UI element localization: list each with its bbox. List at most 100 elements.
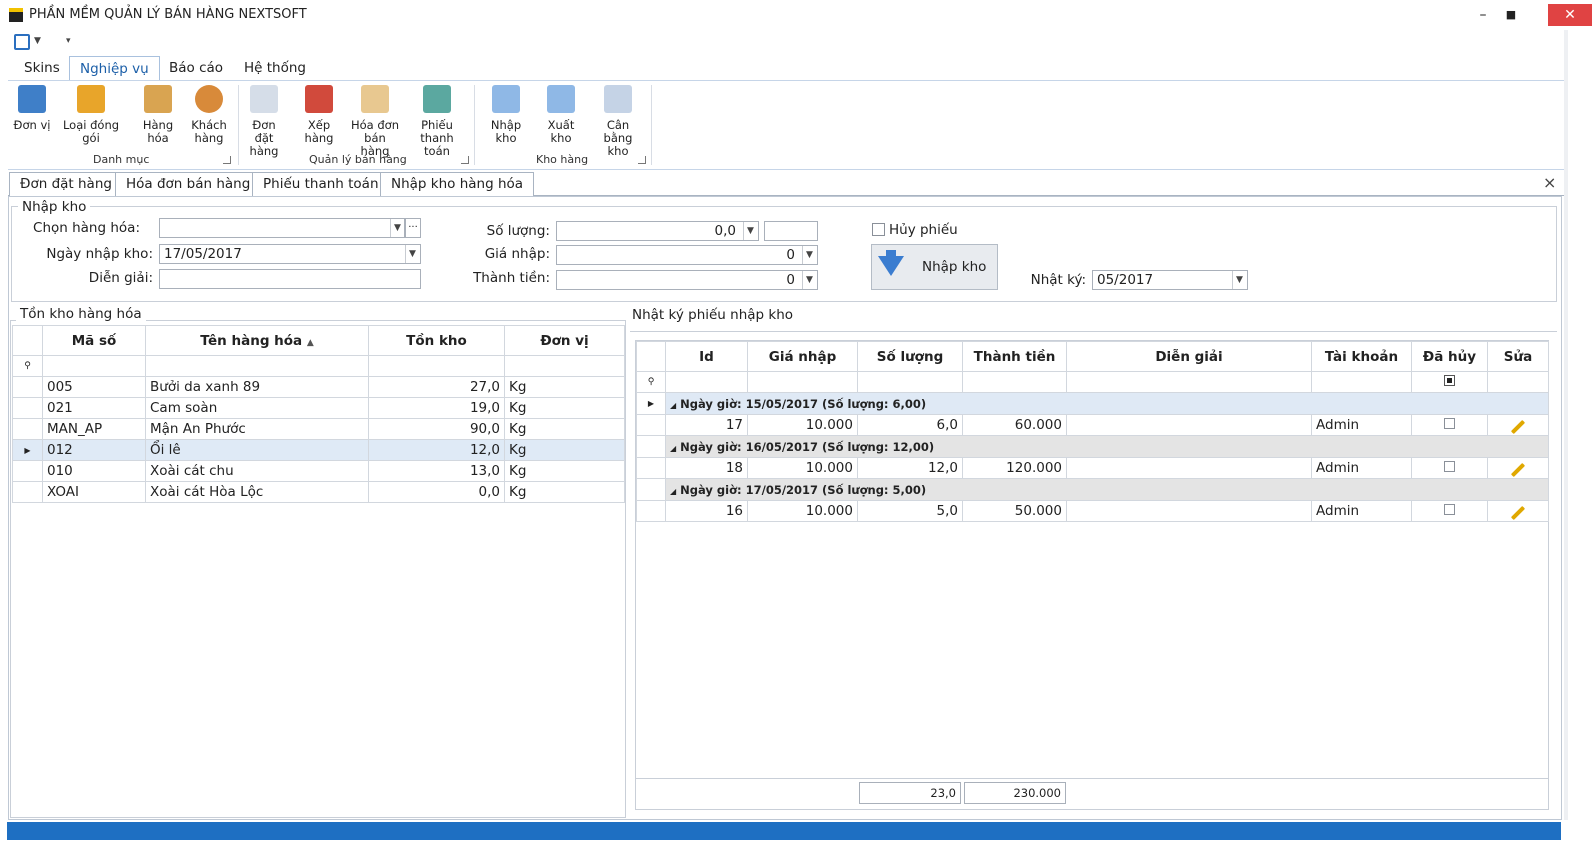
da-huy-checkbox[interactable] — [1411, 414, 1488, 436]
group-launcher-icon[interactable] — [461, 156, 469, 164]
da-huy-checkbox[interactable] — [1411, 500, 1488, 522]
ribbon-can-bang-kho-button[interactable]: Cân bằng kho — [592, 85, 644, 158]
ribbon-xep-hang-button[interactable]: Xếp hàng — [294, 85, 344, 145]
col-dien-giai[interactable]: Diễn giải — [1066, 341, 1312, 372]
col-so-luong[interactable]: Số lượng — [857, 341, 963, 372]
tab-he-thong[interactable]: Hệ thống — [234, 56, 316, 81]
edit-pencil-icon[interactable] — [1487, 500, 1549, 522]
col-thanh-tien[interactable]: Thành tiền — [962, 341, 1067, 372]
unit-field[interactable] — [764, 221, 818, 241]
group-row[interactable]: ◢ Ngày giờ: 16/05/2017 (Số lượng: 12,00) — [636, 435, 1549, 458]
chevron-down-icon[interactable]: ▼ — [743, 222, 757, 240]
filter-cell[interactable] — [42, 355, 146, 377]
nhap-kho-button-label: Nhập kho — [922, 259, 987, 275]
app-icon — [9, 8, 23, 22]
tab-phieu-thanh-toan[interactable]: Phiếu thanh toán — [252, 172, 390, 196]
ribbon-hang-hoa-button[interactable]: Hàng hóa — [132, 85, 184, 145]
ribbon-khach-hang-button[interactable]: Khách hàng — [190, 85, 228, 145]
ribbon-phieu-thanh-toan-button[interactable]: Phiếu thanh toán — [408, 85, 466, 158]
dien-giai-label: Diễn giải: — [88, 270, 153, 286]
group-launcher-icon[interactable] — [223, 156, 231, 164]
chevron-down-icon[interactable]: ▼ — [34, 36, 41, 46]
tab-nhap-kho-hang-hoa[interactable]: Nhập kho hàng hóa — [380, 172, 535, 197]
ngay-nhap-field[interactable]: 17/05/2017 — [159, 244, 421, 264]
filter-cell[interactable] — [504, 355, 625, 377]
col-ten-hang-hoa[interactable]: Tên hàng hóa ▲ — [145, 325, 369, 356]
tab-divider — [630, 331, 1557, 332]
table-row[interactable]: MAN_AP Mận An Phước 90,0 Kg — [12, 418, 625, 440]
ribbon-nhap-kho-button[interactable]: Nhập kho — [480, 85, 532, 145]
table-row[interactable]: 17 10.000 6,0 60.000 Admin — [636, 414, 1549, 436]
close-tab-icon[interactable]: × — [1543, 173, 1556, 192]
collapse-icon[interactable]: ◢ — [670, 444, 676, 453]
collapse-icon[interactable]: ◢ — [670, 401, 676, 410]
chevron-down-icon[interactable]: ▼ — [1232, 271, 1246, 289]
ribbon-loai-dong-goi-button[interactable]: Loại đóng gói — [58, 85, 124, 145]
chevron-down-icon[interactable]: ▼ — [802, 271, 816, 289]
filter-pin-icon[interactable]: ⚲ — [12, 355, 43, 377]
nhat-ky-field[interactable]: 05/2017 — [1092, 270, 1248, 290]
col-da-huy[interactable]: Đã hủy — [1411, 341, 1488, 372]
ribbon-don-dat-hang-button[interactable]: Đơn đặt hàng — [242, 85, 286, 158]
col-ma-so[interactable]: Mã số — [42, 325, 146, 356]
customize-qat-icon[interactable]: ▾ — [66, 36, 71, 46]
ribbon-separator — [474, 85, 475, 165]
dien-giai-field[interactable] — [159, 269, 421, 289]
ribbon-xuat-kho-button[interactable]: Xuất kho — [536, 85, 586, 145]
table-row[interactable]: 010 Xoài cát chu 13,0 Kg — [12, 460, 625, 482]
close-window-button[interactable]: ✕ — [1548, 4, 1592, 26]
invoice-icon — [361, 85, 389, 113]
table-row[interactable]: XOAI Xoài cát Hòa Lộc 0,0 Kg — [12, 481, 625, 503]
ribbon-don-vi-button[interactable]: Đơn vị — [12, 85, 52, 132]
chevron-down-icon[interactable]: ▼ — [390, 219, 404, 237]
tab-don-dat-hang[interactable]: Đơn đặt hàng — [9, 172, 123, 196]
collapse-icon[interactable]: ◢ — [670, 487, 676, 496]
status-bar — [7, 822, 1561, 840]
col-ton-kho[interactable]: Tồn kho — [368, 325, 505, 356]
col-gia-nhap[interactable]: Giá nhập — [747, 341, 858, 372]
row-pointer-icon: ▶ — [636, 392, 666, 415]
tab-nghiep-vu[interactable]: Nghiệp vụ — [69, 56, 160, 81]
tab-skins[interactable]: Skins — [14, 56, 70, 81]
gia-nhap-field[interactable]: 0 — [556, 245, 818, 265]
total-thanh-tien: 230.000 — [964, 782, 1066, 804]
tab-bao-cao[interactable]: Báo cáo — [159, 56, 233, 81]
group-launcher-icon[interactable] — [638, 156, 646, 164]
filter-cell[interactable] — [368, 355, 505, 377]
table-row[interactable]: 005 Bưởi da xanh 89 27,0 Kg — [12, 376, 625, 398]
col-don-vi[interactable]: Đơn vị — [504, 325, 625, 356]
filter-checkbox[interactable] — [1411, 371, 1488, 393]
table-row[interactable]: 18 10.000 12,0 120.000 Admin — [636, 457, 1549, 479]
table-row[interactable]: 16 10.000 5,0 50.000 Admin — [636, 500, 1549, 522]
col-id[interactable]: Id — [665, 341, 748, 372]
chevron-down-icon[interactable]: ▼ — [802, 246, 816, 264]
huy-phieu-checkbox[interactable] — [872, 223, 885, 236]
group-danh-muc-label: Danh mục — [93, 153, 150, 166]
nhat-ky-tab[interactable]: Nhật ký phiếu nhập kho — [632, 307, 793, 323]
table-row-selected[interactable]: ▶ 012 Ổi lê 12,0 Kg — [12, 439, 625, 461]
chon-hang-combo[interactable] — [159, 218, 405, 238]
chevron-down-icon[interactable]: ▼ — [405, 245, 419, 263]
group-row[interactable]: ◢ Ngày giờ: 17/05/2017 (Số lượng: 5,00) — [636, 478, 1549, 501]
edit-pencil-icon[interactable] — [1487, 414, 1549, 436]
so-luong-field[interactable]: 0,0 — [556, 221, 759, 241]
maximize-button[interactable]: ■ — [1496, 4, 1526, 26]
tab-hoa-don-ban-hang[interactable]: Hóa đơn bán hàng — [115, 172, 262, 196]
nhap-kho-group-title: Nhập kho — [18, 199, 91, 215]
ellipsis-button[interactable]: ··· — [405, 218, 421, 238]
ngay-nhap-label: Ngày nhập kho: — [46, 246, 153, 262]
office-icon[interactable] — [14, 34, 30, 50]
ribbon-hoa-don-button[interactable]: Hóa đơn bán hàng — [350, 85, 400, 158]
filter-pin-icon[interactable]: ⚲ — [636, 371, 666, 393]
da-huy-checkbox[interactable] — [1411, 457, 1488, 479]
table-row[interactable]: 021 Cam soàn 19,0 Kg — [12, 397, 625, 419]
minimize-button[interactable]: – — [1468, 4, 1498, 26]
col-tai-khoan[interactable]: Tài khoản — [1311, 341, 1412, 372]
filter-cell[interactable] — [145, 355, 369, 377]
thanh-tien-field[interactable]: 0 — [556, 270, 818, 290]
col-sua[interactable]: Sửa — [1487, 341, 1549, 372]
group-row[interactable]: ▶ ◢ Ngày giờ: 15/05/2017 (Số lượng: 6,00… — [636, 392, 1549, 415]
payment-icon — [423, 85, 451, 113]
edit-pencil-icon[interactable] — [1487, 457, 1549, 479]
ribbon-separator — [651, 85, 652, 165]
